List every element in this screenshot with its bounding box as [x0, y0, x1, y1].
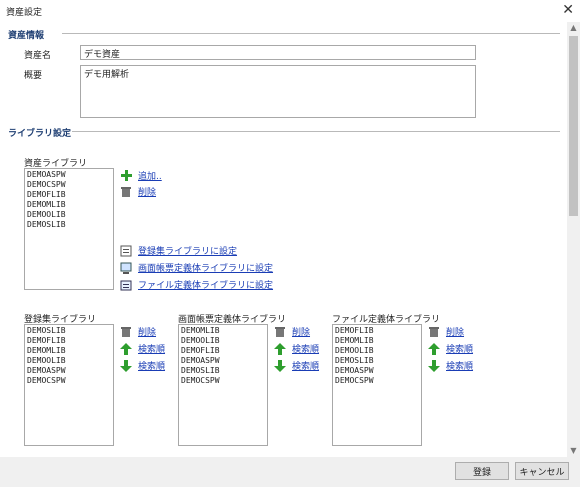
list-item[interactable]: DEMOFLIB	[27, 336, 111, 346]
delete-search-library-button[interactable]: 削除	[120, 325, 156, 338]
add-library-button[interactable]: 追加..	[120, 169, 162, 182]
list-item[interactable]: DEMOCSPW	[181, 376, 265, 386]
file-library-move-up-label: 検索順	[446, 345, 474, 355]
delete-screen-library-button[interactable]: 削除	[274, 325, 310, 338]
set-file-library-button[interactable]: ファイル定義体ライブラリに設定	[120, 278, 273, 291]
title-bar: 資産設定 ✕	[0, 0, 580, 22]
list-item[interactable]: DEMOMLIB	[335, 336, 419, 346]
window-title: 資産設定	[6, 8, 43, 18]
file-library-move-down-label: 検索順	[446, 362, 474, 372]
arrow-down-icon	[274, 359, 286, 372]
screen-library-move-up-label: 検索順	[292, 345, 320, 355]
trash-icon	[120, 326, 132, 338]
list-item[interactable]: DEMOSLIB	[181, 366, 265, 376]
library-settings-heading: ライブラリ設定	[8, 129, 72, 139]
list-item[interactable]: DEMOCSPW	[27, 376, 111, 386]
set-search-library-button[interactable]: 登録集ライブラリに設定	[120, 244, 237, 257]
list-item[interactable]: DEMOSLIB	[335, 356, 419, 366]
screen-library-move-down-button[interactable]: 検索順	[274, 359, 319, 372]
summary-label: 概要	[24, 71, 43, 81]
list-item[interactable]: DEMOASPW	[181, 356, 265, 366]
delete-search-library-label: 削除	[138, 328, 157, 338]
list-item[interactable]: DEMOASPW	[335, 366, 419, 376]
asset-name-field[interactable]: デモ資産	[80, 45, 476, 60]
list-item[interactable]: DEMOOLIB	[335, 346, 419, 356]
screen-library-move-up-button[interactable]: 検索順	[274, 342, 319, 355]
list-item[interactable]: DEMOCSPW	[27, 180, 111, 190]
screen-library-list[interactable]: DEMOMLIB DEMOOLIB DEMOFLIB DEMOASPW DEMOSLIB…	[178, 324, 268, 446]
library-settings-divider	[72, 131, 560, 132]
list-item[interactable]: DEMOCSPW	[335, 376, 419, 386]
add-library-label: 追加..	[138, 172, 162, 182]
screen-library-move-down-label: 検索順	[292, 362, 320, 372]
search-library-list[interactable]: DEMOSLIB DEMOFLIB DEMOMLIB DEMOOLIB DEMOASPW…	[24, 324, 114, 446]
delete-asset-library-button[interactable]: 削除	[120, 185, 156, 198]
list-item[interactable]: DEMOSLIB	[27, 220, 111, 230]
list-item[interactable]: DEMOMLIB	[27, 200, 111, 210]
set-file-library-label: ファイル定義体ライブラリに設定	[138, 281, 274, 291]
asset-info-heading: 資産情報	[8, 31, 45, 41]
register-button[interactable]: 登録	[455, 462, 509, 480]
list-item[interactable]: DEMOOLIB	[27, 356, 111, 366]
asset-info-divider	[62, 33, 560, 34]
search-lib-icon	[120, 245, 132, 257]
list-item[interactable]: DEMOFLIB	[27, 190, 111, 200]
list-item[interactable]: DEMOOLIB	[27, 210, 111, 220]
delete-file-library-button[interactable]: 削除	[428, 325, 464, 338]
file-library-move-up-button[interactable]: 検索順	[428, 342, 473, 355]
set-screen-library-button[interactable]: 画面帳票定義体ライブラリに設定	[120, 261, 273, 274]
arrow-up-icon	[428, 342, 440, 355]
summary-field[interactable]: デモ用解析	[80, 65, 476, 118]
file-library-list[interactable]: DEMOFLIB DEMOMLIB DEMOOLIB DEMOSLIB DEMOASPW…	[332, 324, 422, 446]
delete-file-library-label: 削除	[446, 328, 465, 338]
list-item[interactable]: DEMOSLIB	[27, 326, 111, 336]
dialog-footer: 登録 キャンセル	[0, 457, 580, 487]
list-item[interactable]: DEMOMLIB	[27, 346, 111, 356]
arrow-up-icon	[120, 342, 132, 355]
arrow-up-icon	[274, 342, 286, 355]
scroll-up-icon[interactable]: ▲	[567, 22, 580, 34]
asset-name-label: 資産名	[24, 51, 52, 61]
search-library-move-down-label: 検索順	[138, 362, 166, 372]
scrollbar-thumb[interactable]	[569, 36, 578, 216]
plus-icon	[120, 170, 132, 182]
scroll-down-icon[interactable]: ▼	[567, 445, 580, 457]
asset-library-list[interactable]: DEMOASPW DEMOCSPW DEMOFLIB DEMOMLIB DEMOOLIB…	[24, 168, 114, 290]
search-library-move-up-label: 検索順	[138, 345, 166, 355]
trash-icon	[274, 326, 286, 338]
set-screen-library-label: 画面帳票定義体ライブラリに設定	[138, 264, 274, 274]
list-item[interactable]: DEMOFLIB	[181, 346, 265, 356]
delete-screen-library-label: 削除	[292, 328, 311, 338]
file-library-move-down-button[interactable]: 検索順	[428, 359, 473, 372]
trash-icon	[120, 186, 132, 198]
list-item[interactable]: DEMOFLIB	[335, 326, 419, 336]
cancel-button[interactable]: キャンセル	[515, 462, 569, 480]
dialog-content: 資産情報 資産名 デモ資産 概要 デモ用解析 ライブラリ設定 資産ライブラリ D…	[0, 22, 567, 457]
search-library-move-down-button[interactable]: 検索順	[120, 359, 165, 372]
vertical-scrollbar[interactable]: ▲ ▼	[567, 22, 580, 457]
search-library-move-up-button[interactable]: 検索順	[120, 342, 165, 355]
list-item[interactable]: DEMOASPW	[27, 366, 111, 376]
file-lib-icon	[120, 279, 132, 291]
list-item[interactable]: DEMOOLIB	[181, 336, 265, 346]
arrow-down-icon	[428, 359, 440, 372]
delete-asset-library-label: 削除	[138, 188, 157, 198]
screen-lib-icon	[120, 262, 132, 274]
list-item[interactable]: DEMOASPW	[27, 170, 111, 180]
trash-icon	[428, 326, 440, 338]
set-search-library-label: 登録集ライブラリに設定	[138, 247, 238, 257]
list-item[interactable]: DEMOMLIB	[181, 326, 265, 336]
arrow-down-icon	[120, 359, 132, 372]
close-icon[interactable]: ✕	[562, 2, 574, 18]
